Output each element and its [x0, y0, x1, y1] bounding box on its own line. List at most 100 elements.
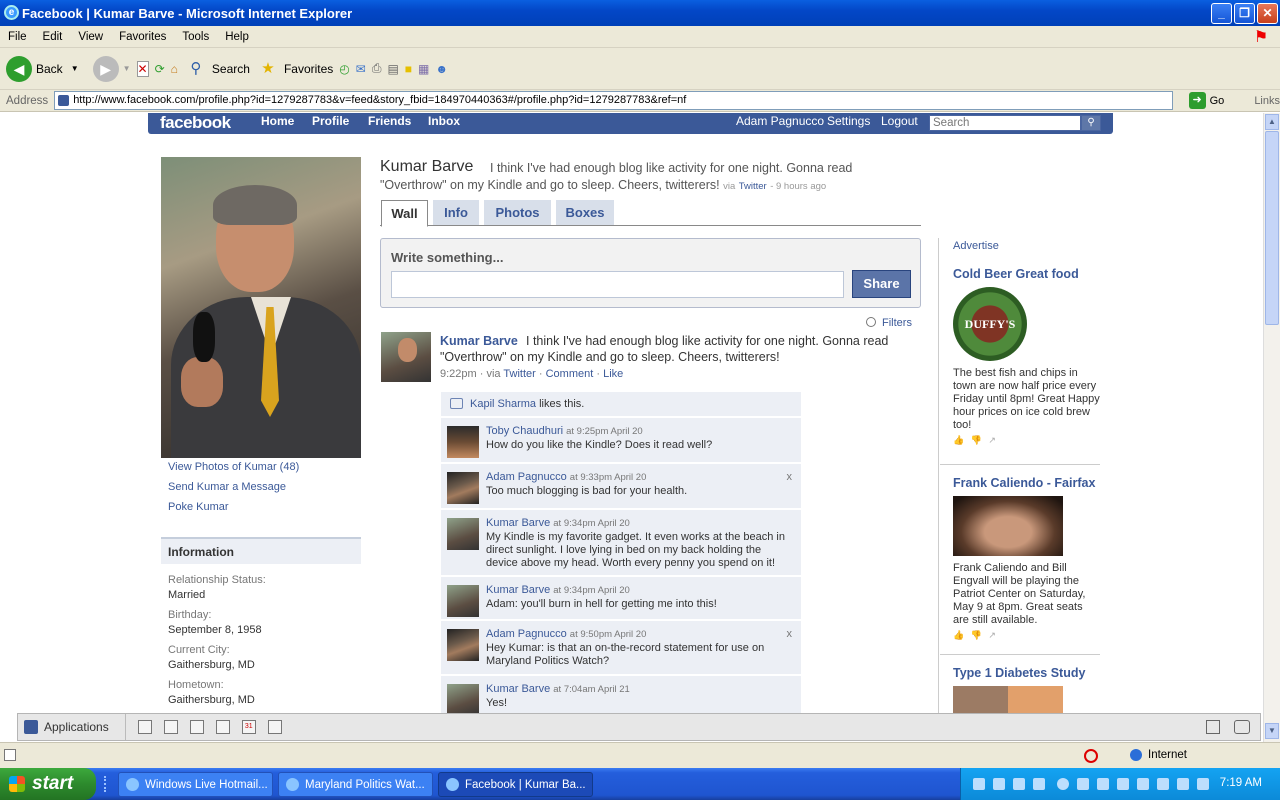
tray-icon[interactable]	[1117, 778, 1129, 790]
fb-search-input[interactable]: Search	[929, 115, 1081, 131]
commenter-name[interactable]: Kumar Barve	[486, 584, 550, 596]
commenter-name[interactable]: Adam Pagnucco	[486, 628, 567, 640]
ad-title[interactable]: Type 1 Diabetes Study	[953, 666, 1101, 680]
signal-icon[interactable]	[1097, 778, 1109, 790]
mail-icon[interactable]: ✉	[356, 62, 366, 76]
forward-dropdown-icon[interactable]: ▼	[123, 64, 131, 73]
home-icon[interactable]: ⌂	[171, 62, 178, 76]
fb-search-icon[interactable]: ⚲	[1081, 115, 1101, 131]
advertise-link[interactable]: Advertise	[953, 240, 999, 252]
profile-photo[interactable]	[161, 157, 361, 458]
commenter-name[interactable]: Adam Pagnucco	[486, 471, 567, 483]
vertical-scrollbar[interactable]: ▲ ▼	[1263, 113, 1280, 742]
post-source-link[interactable]: Twitter	[503, 368, 535, 380]
messenger-icon[interactable]: ☻	[435, 62, 448, 76]
ad-image[interactable]	[953, 496, 1063, 556]
ad-title[interactable]: Cold Beer Great food	[953, 267, 1101, 281]
commenter-avatar[interactable]	[447, 426, 479, 458]
tab-boxes[interactable]: Boxes	[556, 200, 614, 225]
ad-vote-icons[interactable]: 👍 👎 ↗	[953, 435, 1101, 446]
commenter-name[interactable]: Kumar Barve	[486, 517, 550, 529]
links-button[interactable]: Links	[1254, 95, 1280, 107]
start-button[interactable]: start	[0, 768, 96, 800]
tab-wall[interactable]: Wall	[381, 200, 428, 227]
calendar-icon[interactable]: 31	[241, 720, 256, 734]
ad-image[interactable]	[953, 686, 1063, 714]
nav-settings[interactable]: Settings	[827, 114, 870, 128]
tray-icon[interactable]	[1137, 778, 1149, 790]
poke-link[interactable]: Poke Kumar	[168, 501, 229, 513]
nav-logout[interactable]: Logout	[881, 114, 918, 128]
discuss-icon[interactable]: ■	[405, 62, 412, 76]
commenter-avatar[interactable]	[447, 472, 479, 504]
liker-link[interactable]: Kapil Sharma	[470, 398, 536, 410]
menu-tools[interactable]: Tools	[174, 31, 217, 43]
tray-icon[interactable]	[1177, 778, 1189, 790]
commenter-avatar[interactable]	[447, 585, 479, 617]
history-icon[interactable]: ◴	[339, 62, 349, 76]
notifications-icon[interactable]	[1206, 720, 1220, 734]
delete-comment-icon[interactable]: x	[787, 628, 793, 640]
commenter-avatar[interactable]	[447, 518, 479, 550]
tray-icon[interactable]	[1013, 778, 1025, 790]
menu-favorites[interactable]: Favorites	[111, 31, 174, 43]
delete-comment-icon[interactable]: x	[787, 471, 793, 483]
tray-icon[interactable]	[1197, 778, 1209, 790]
view-photos-link[interactable]: View Photos of Kumar (48)	[168, 461, 299, 473]
commenter-name[interactable]: Kumar Barve	[486, 683, 550, 695]
task-maryland-politics[interactable]: Maryland Politics Wat...	[278, 772, 433, 797]
app-icon[interactable]	[137, 720, 152, 734]
clock[interactable]: 7:19 AM	[1220, 777, 1262, 789]
facebook-logo[interactable]: facebook	[160, 113, 231, 133]
bluetooth-icon[interactable]	[1157, 778, 1169, 790]
commenter-avatar[interactable]	[447, 684, 479, 714]
minimize-button[interactable]: _	[1211, 3, 1232, 24]
network-icon[interactable]	[1077, 778, 1089, 790]
notes-icon[interactable]	[267, 720, 282, 734]
scroll-down-icon[interactable]: ▼	[1265, 723, 1279, 739]
duffys-logo[interactable]: DUFFY'S	[953, 287, 1027, 361]
search-button[interactable]: ⚲ Search	[184, 57, 250, 81]
comment-link[interactable]: Comment	[546, 368, 594, 380]
scroll-up-icon[interactable]: ▲	[1265, 114, 1279, 130]
edit-icon[interactable]: ▤	[387, 62, 398, 76]
task-hotmail[interactable]: Windows Live Hotmail...	[118, 772, 273, 797]
ad-title[interactable]: Frank Caliendo - Fairfax	[953, 476, 1101, 490]
nav-user[interactable]: Adam Pagnucco	[736, 114, 824, 128]
scrollbar-thumb[interactable]	[1265, 131, 1279, 325]
favorites-button[interactable]: ★ Favorites	[256, 57, 333, 81]
nav-friends[interactable]: Friends	[368, 114, 411, 128]
menu-edit[interactable]: Edit	[35, 31, 71, 43]
chat-icon[interactable]	[1234, 720, 1250, 734]
nav-profile[interactable]: Profile	[312, 114, 349, 128]
tab-photos[interactable]: Photos	[484, 200, 551, 225]
applications-button[interactable]: Applications	[18, 714, 126, 740]
post-author-name[interactable]: Kumar Barve	[440, 334, 518, 348]
commenter-name[interactable]: Toby Chaudhuri	[486, 425, 563, 437]
task-facebook[interactable]: Facebook | Kumar Ba...	[438, 772, 593, 797]
url-input[interactable]: http://www.facebook.com/profile.php?id=1…	[54, 91, 1173, 110]
stop-icon[interactable]: ✕	[136, 60, 149, 77]
go-button[interactable]: ➜ Go	[1188, 92, 1224, 109]
forward-button[interactable]: ▶ ▼	[92, 55, 131, 82]
composer-input[interactable]	[391, 271, 844, 298]
menu-help[interactable]: Help	[217, 31, 257, 43]
menu-file[interactable]: File	[0, 31, 35, 43]
close-button[interactable]: ✕	[1257, 3, 1278, 24]
app-icon[interactable]	[215, 720, 230, 734]
research-icon[interactable]: ▦	[418, 62, 429, 76]
back-button[interactable]: ◀ Back ▼	[6, 55, 79, 82]
share-button[interactable]: Share	[852, 270, 911, 298]
refresh-icon[interactable]: ⟳	[155, 62, 165, 76]
status-source-link[interactable]: Twitter	[739, 181, 767, 192]
app-icon[interactable]	[163, 720, 178, 734]
post-author-avatar[interactable]	[381, 332, 431, 382]
filters-button[interactable]: Filters	[866, 317, 912, 329]
menu-view[interactable]: View	[70, 31, 111, 43]
tray-icon[interactable]	[973, 778, 985, 790]
tray-expand-icon[interactable]	[1057, 778, 1069, 790]
nav-inbox[interactable]: Inbox	[428, 114, 460, 128]
tray-icon[interactable]	[1033, 778, 1045, 790]
app-icon[interactable]	[189, 720, 204, 734]
tray-icon[interactable]	[993, 778, 1005, 790]
